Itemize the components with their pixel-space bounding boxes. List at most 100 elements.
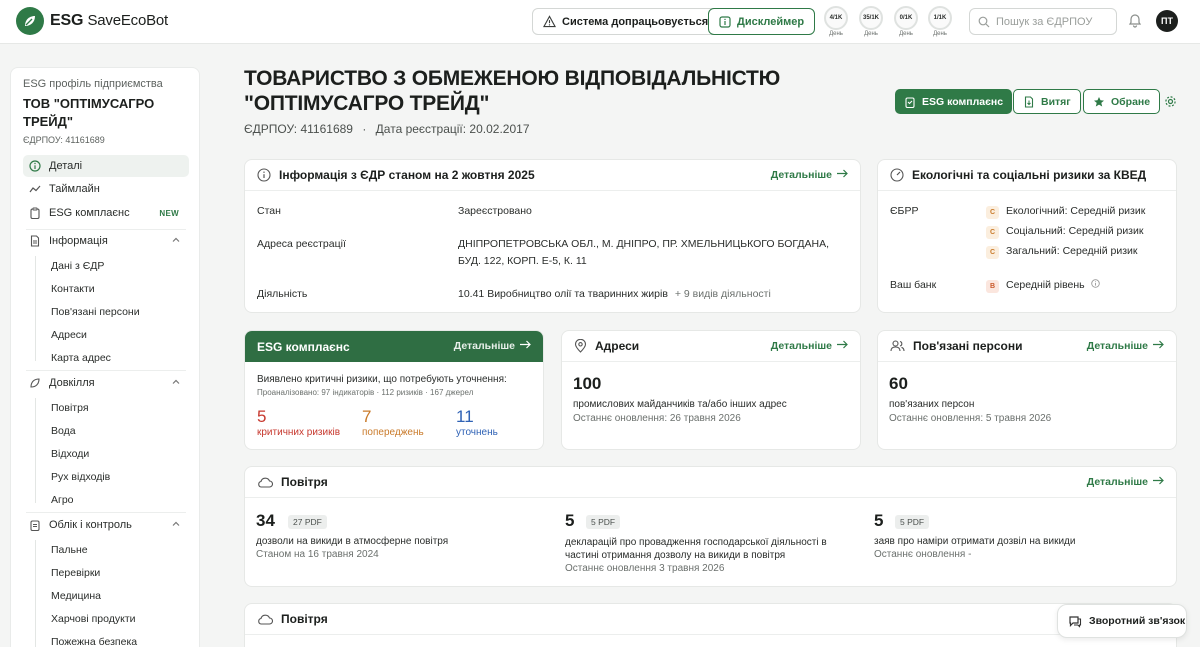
sidebar-subitem[interactable]: Вода: [51, 425, 76, 437]
persons-updated: Останнє оновлення: 5 травня 2026: [889, 413, 1052, 424]
sidebar-item-environment[interactable]: Довкілля: [23, 372, 189, 394]
sidebar-item-esg[interactable]: ESG комплаєнс NEW: [23, 202, 189, 224]
persons-count: 60: [889, 374, 908, 393]
air-desc: заяв про наміри отримати дозвіл на викид…: [874, 536, 1076, 547]
search-placeholder: Пошук за ЄДРПОУ: [996, 15, 1093, 28]
sidebar-subitem[interactable]: Перевірки: [51, 567, 100, 579]
leaf-icon: [16, 7, 44, 35]
details-link[interactable]: Детальніше: [1087, 340, 1164, 352]
bell-icon[interactable]: [1128, 12, 1142, 31]
sidebar-subitem[interactable]: Пожежна безпека: [51, 636, 137, 647]
air-card: Повітря Детальніше 34 27 PDF дозволи на …: [244, 466, 1177, 587]
top-bar: ESG SaveEcoBot Система допрацьовується Д…: [0, 0, 1200, 44]
sidebar-item-details[interactable]: Деталі: [23, 155, 189, 177]
cloud-icon: [258, 477, 273, 488]
info-icon[interactable]: [1090, 279, 1100, 291]
trend-line-icon: [29, 183, 41, 195]
favorite-button[interactable]: Обране: [1083, 89, 1161, 114]
divider: [26, 370, 186, 371]
chevron-up-icon[interactable]: [171, 377, 181, 390]
users-icon: [890, 340, 905, 352]
quota-period: День: [829, 31, 843, 37]
persons-desc: пов'язаних персон: [889, 399, 975, 410]
address-count: 100: [573, 374, 602, 393]
addresses-card: Адреси Детальніше 100 промислових майдан…: [561, 330, 861, 450]
pdf-badge[interactable]: 5 PDF: [895, 515, 930, 529]
sidebar-subitem[interactable]: Рух відходів: [51, 471, 110, 483]
pdf-badge[interactable]: 27 PDF: [288, 515, 327, 529]
clipboard-list-icon: [29, 519, 41, 531]
sidebar-item-label: ESG комплаєнс: [49, 207, 130, 219]
quota-ring: 4/1K: [824, 6, 848, 30]
pdf-badge[interactable]: 5 PDF: [586, 515, 621, 529]
avatar[interactable]: ПТ: [1156, 10, 1178, 32]
document-icon: [29, 235, 41, 247]
edr-info-card: Інформація з ЄДР станом на 2 жовтня 2025…: [244, 159, 861, 313]
gear-icon[interactable]: [1164, 95, 1177, 111]
details-link[interactable]: Детальніше: [771, 340, 848, 352]
sidebar-item-timeline[interactable]: Таймлайн: [23, 178, 189, 200]
chevron-up-icon[interactable]: [171, 519, 181, 532]
card-title: Інформація з ЄДР станом на 2 жовтня 2025: [279, 168, 535, 182]
esg-analyzed: Проаналізовано: 97 індикаторів · 112 риз…: [257, 388, 474, 397]
search-input[interactable]: Пошук за ЄДРПОУ: [969, 8, 1117, 35]
sidebar-subtitle: ESG профіль підприємства: [23, 78, 163, 90]
risk-text: Соціальний: Середній ризик: [1006, 225, 1144, 237]
sidebar-item-label: Деталі: [49, 160, 83, 172]
card-title: Повітря: [281, 612, 328, 626]
activity-main: 10.41 Виробництво олії та тваринних жирі…: [458, 288, 668, 300]
air-count: 34: [256, 511, 275, 530]
field-value: Зареєстровано: [458, 205, 532, 217]
quota-meter: 0/1K День: [893, 6, 919, 37]
extract-button[interactable]: Витяг: [1013, 89, 1081, 114]
air-count: 5: [565, 511, 575, 530]
risk-text: Загальний: Середній ризик: [1006, 245, 1138, 257]
quota-period: День: [864, 31, 878, 37]
esg-stat: 7 попереджень: [362, 407, 424, 438]
esg-compliance-button[interactable]: ESG комплаєнс: [895, 89, 1013, 114]
sidebar-subitem[interactable]: Агро: [51, 494, 74, 506]
details-link[interactable]: Детальніше: [454, 340, 531, 352]
sidebar-subitem[interactable]: Медицина: [51, 590, 101, 602]
risk-text: Екологічний: Середній ризик: [1006, 205, 1146, 217]
sidebar-subitem[interactable]: Повітря: [51, 402, 89, 414]
risk-line: С Соціальний: Середній ризик: [986, 223, 1143, 240]
search-icon: [978, 16, 990, 27]
arrow-right-icon: [1153, 340, 1164, 352]
sidebar-item-control[interactable]: Облік і контроль: [23, 514, 189, 536]
tree-line: [35, 256, 36, 361]
favorite-label: Обране: [1111, 95, 1151, 108]
sidebar-subitem[interactable]: Харчові продукти: [51, 613, 136, 625]
air-date: Останнє оновлення 3 травня 2026: [565, 563, 725, 574]
sidebar-subitem[interactable]: Контакти: [51, 283, 95, 295]
disclaimer-button[interactable]: Дисклеймер: [708, 8, 816, 35]
feedback-label: Зворотний зв'язок: [1089, 615, 1186, 627]
sidebar-subitem[interactable]: Карта адрес: [51, 352, 111, 364]
card-title: Повітря: [281, 475, 328, 489]
system-status-label: Система допрацьовується: [562, 15, 709, 28]
card-title: Екологічні та соціальні ризики за КВЕД: [912, 168, 1147, 182]
details-link[interactable]: Детальніше: [1087, 476, 1164, 488]
details-label: Детальніше: [1086, 340, 1148, 352]
sidebar-item-label: Довкілля: [49, 377, 95, 389]
disclaimer-label: Дисклеймер: [737, 15, 805, 28]
app-logo[interactable]: ESG SaveEcoBot: [16, 7, 168, 35]
info-circle-icon: [29, 160, 41, 172]
activity-extra[interactable]: + 9 видів діяльності: [675, 288, 771, 300]
sidebar-item-info[interactable]: Інформація: [23, 230, 189, 252]
sidebar-subitem[interactable]: Пальне: [51, 544, 88, 556]
field-label: Діяльність: [257, 288, 308, 300]
sidebar-subitem[interactable]: Дані з ЄДР: [51, 260, 104, 272]
company-name: ТОВ "ОПТІМУСАГРО ТРЕЙД": [23, 96, 155, 129]
air-date: Станом на 16 травня 2024: [256, 549, 379, 560]
feedback-button[interactable]: Зворотний зв'язок: [1057, 604, 1187, 638]
details-link[interactable]: Детальніше: [771, 169, 848, 181]
sidebar-subitem[interactable]: Пов'язані персони: [51, 306, 140, 318]
sidebar-subitem[interactable]: Адреси: [51, 329, 87, 341]
system-status-button[interactable]: Система допрацьовується: [532, 8, 720, 35]
chevron-up-icon[interactable]: [171, 235, 181, 248]
clipboard-icon: [905, 96, 915, 108]
sidebar-subitem[interactable]: Відходи: [51, 448, 89, 460]
details-label: Детальніше: [770, 340, 832, 352]
sidebar-item-label: Інформація: [49, 235, 108, 247]
